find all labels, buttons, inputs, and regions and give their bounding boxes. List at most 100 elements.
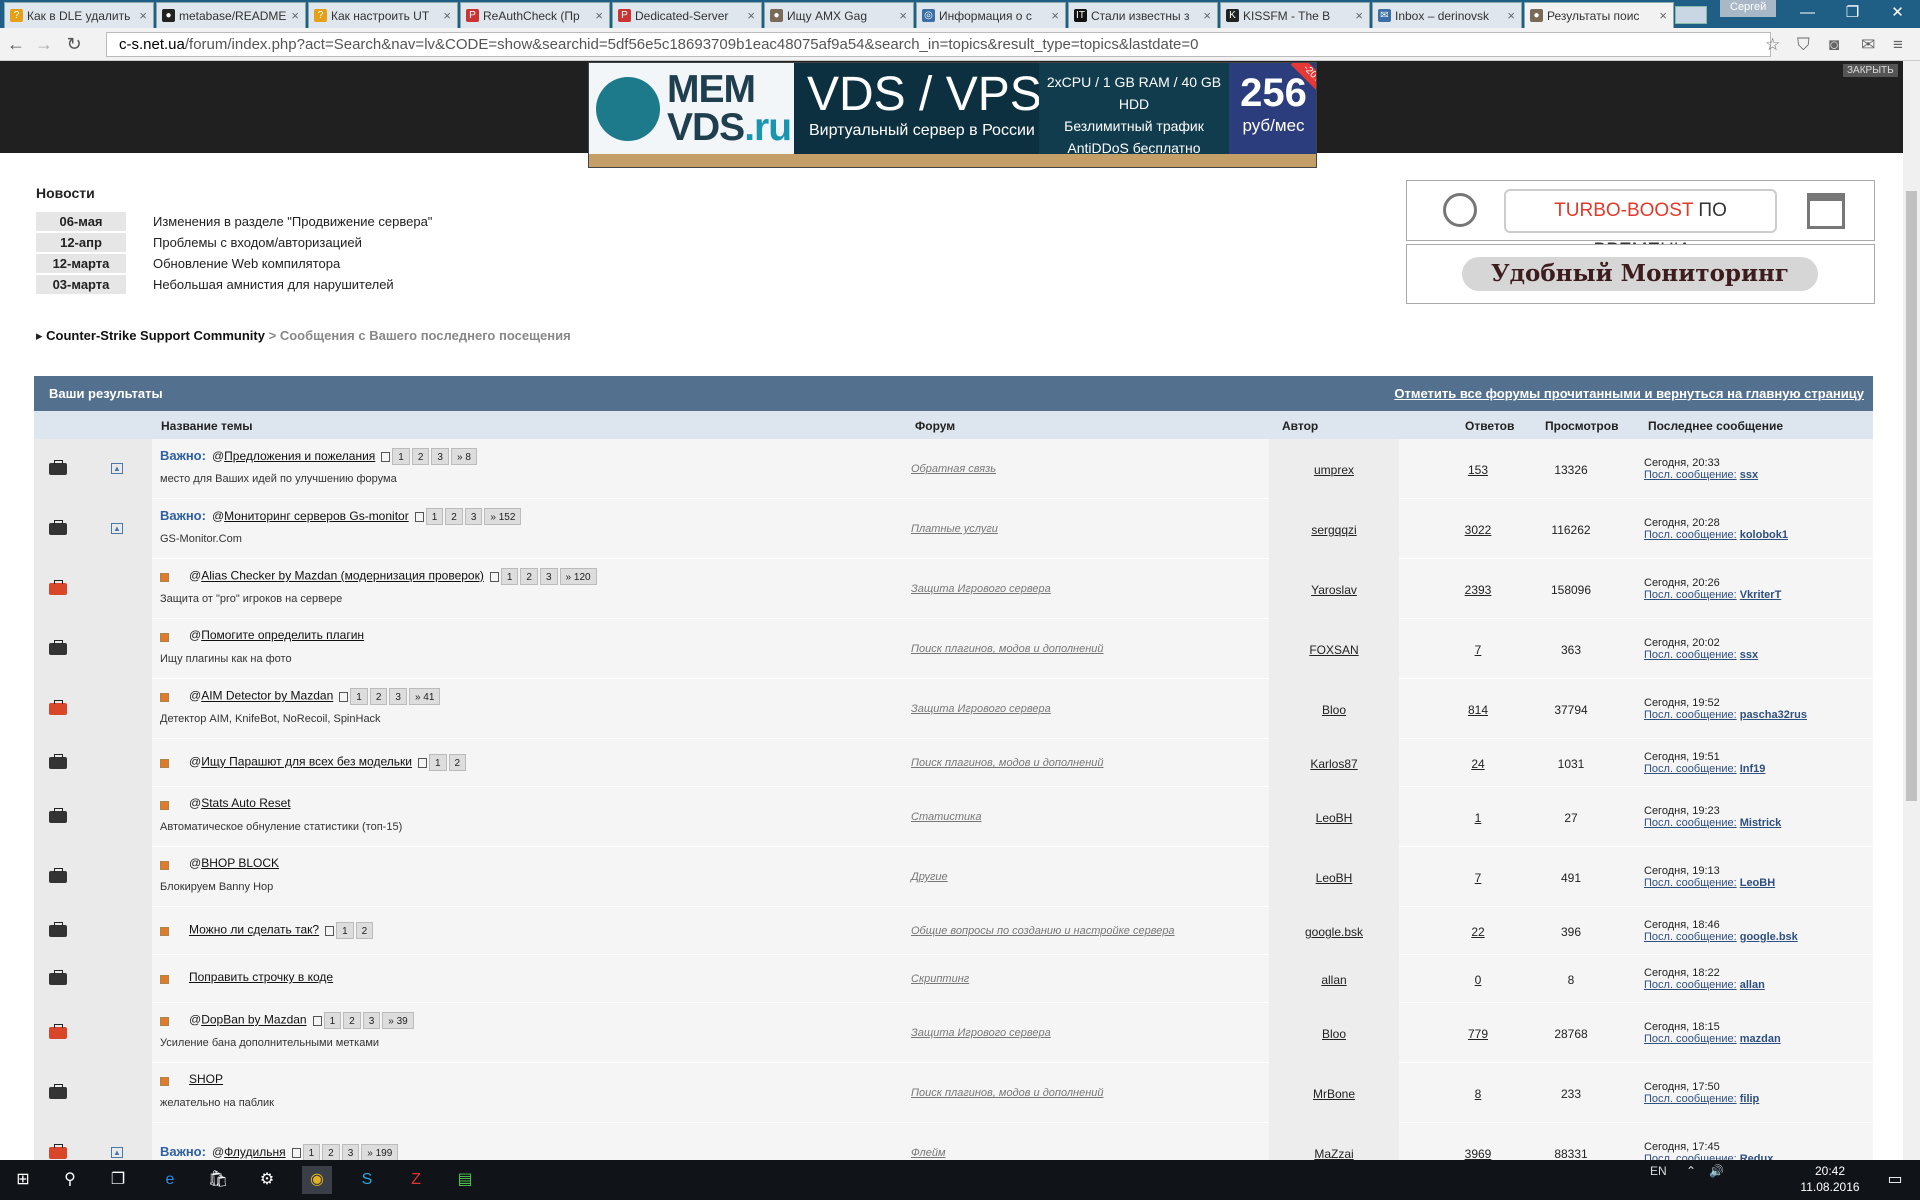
page-link[interactable]: 1	[302, 1144, 321, 1161]
page-link[interactable]: 2	[369, 688, 388, 705]
col-replies[interactable]: Ответов	[1465, 419, 1514, 433]
new-post-icon[interactable]	[160, 573, 169, 582]
close-ad-button[interactable]: ЗАКРЫТЬ	[1843, 64, 1898, 77]
page-link[interactable]: 2	[520, 568, 538, 585]
replies-count[interactable]: 3022	[1445, 523, 1511, 537]
tab-close-icon[interactable]: ×	[1355, 8, 1363, 23]
tab[interactable]: ● Ищу AMX Gag ×	[764, 2, 914, 28]
topic-link[interactable]: Stats Auto Reset	[201, 796, 290, 810]
replies-count[interactable]: 779	[1445, 1027, 1511, 1041]
replies-count[interactable]: 3969	[1445, 1147, 1511, 1161]
news-item[interactable]: 12-апр Проблемы с входом/авторизацией	[36, 233, 436, 252]
last-post-label[interactable]: Посл. сообщение:	[1644, 979, 1737, 991]
page-link[interactable]: 3	[431, 448, 449, 466]
notepad-icon[interactable]: ▤	[450, 1166, 480, 1194]
forum-link[interactable]: Защита Игрового сервера	[911, 703, 1271, 715]
page-link[interactable]: 2	[411, 448, 430, 466]
page-link[interactable]: 3	[539, 568, 558, 585]
camera-icon[interactable]: ◙	[1829, 35, 1839, 55]
language-indicator[interactable]: EN	[1650, 1164, 1667, 1178]
mark-all-read-link[interactable]: Отметить все форумы прочитанными и верну…	[1394, 386, 1864, 401]
store-icon[interactable]: 🛍	[203, 1166, 233, 1194]
search-icon[interactable]: ⚲	[55, 1166, 85, 1194]
last-post-user[interactable]: Mistrick	[1740, 817, 1782, 829]
start-icon[interactable]: ⊞	[8, 1166, 38, 1194]
breadcrumb-root[interactable]: Counter-Strike Support Community	[46, 328, 265, 343]
last-post-user[interactable]: Inf19	[1740, 763, 1766, 775]
replies-count[interactable]: 7	[1445, 643, 1511, 657]
tab-close-icon[interactable]: ×	[899, 8, 907, 23]
tab-close-icon[interactable]: ×	[595, 8, 603, 23]
tab-close-icon[interactable]: ×	[139, 8, 147, 23]
page-link[interactable]: 3	[362, 1012, 381, 1029]
network-app-icon[interactable]: ⚙	[252, 1166, 282, 1194]
new-post-icon[interactable]	[160, 693, 169, 702]
news-text[interactable]: Обновление Web компилятора	[153, 256, 340, 271]
last-post-user[interactable]: VkriterT	[1740, 589, 1782, 601]
mail-icon[interactable]: ✉	[1861, 35, 1875, 55]
topic-link[interactable]: Предложения и пожелания	[224, 449, 375, 463]
last-post-label[interactable]: Посл. сообщение:	[1644, 877, 1737, 889]
page-link[interactable]: 1	[336, 922, 354, 939]
topic-link[interactable]: Поправить строчку в коде	[189, 970, 333, 984]
forum-link[interactable]: Обратная связь	[911, 463, 1271, 475]
topic-link[interactable]: Флудильня	[224, 1145, 285, 1159]
skype-icon[interactable]: S	[352, 1166, 382, 1194]
news-item[interactable]: 06-мая Изменения в разделе "Продвижение с…	[36, 212, 436, 231]
tab[interactable]: ? Как в DLE удалить ×	[4, 2, 154, 28]
new-post-icon[interactable]	[160, 633, 169, 642]
page-link[interactable]: 1	[500, 568, 519, 585]
forward-icon[interactable]: →	[32, 33, 56, 57]
col-topic[interactable]: Название темы	[161, 419, 253, 433]
tab[interactable]: Р Dedicated-Server ×	[612, 2, 762, 28]
back-icon[interactable]: ←	[4, 33, 28, 57]
page-link[interactable]: » 41	[408, 688, 441, 705]
forum-link[interactable]: Скриптинг	[911, 973, 1271, 985]
replies-count[interactable]: 153	[1445, 463, 1511, 477]
author-link[interactable]: LeoBH	[1269, 787, 1399, 847]
page-link[interactable]: 1	[350, 688, 368, 705]
topic-link[interactable]: Ищу Парашют для всех без модельки	[201, 755, 412, 769]
topic-link[interactable]: Помогите определить плагин	[201, 628, 364, 642]
last-post-user[interactable]: ssx	[1740, 469, 1758, 481]
forum-link[interactable]: Поиск плагинов, модов и дополнений	[911, 643, 1271, 655]
page-jump-icon[interactable]	[312, 1015, 322, 1026]
news-text[interactable]: Изменения в разделе "Продвижение сервера…	[153, 214, 432, 229]
author-link[interactable]: MrBone	[1269, 1063, 1399, 1123]
author-link[interactable]: Yaroslav	[1269, 559, 1399, 619]
new-post-icon[interactable]	[160, 801, 169, 810]
new-post-icon[interactable]	[160, 975, 169, 984]
new-post-icon[interactable]	[160, 1017, 169, 1026]
tab[interactable]: IT Стали известны з ×	[1068, 2, 1218, 28]
tab-close-icon[interactable]: ×	[291, 8, 299, 23]
page-link[interactable]: » 120	[559, 568, 597, 585]
tab[interactable]: ● Результаты поис ×	[1524, 2, 1674, 29]
col-last-post[interactable]: Последнее сообщение	[1648, 419, 1783, 433]
extension-shield-icon[interactable]: ⛉	[1797, 35, 1810, 55]
col-forum[interactable]: Форум	[915, 419, 955, 433]
topic-link[interactable]: Можно ли сделать так?	[189, 923, 319, 937]
last-post-label[interactable]: Посл. сообщение:	[1644, 931, 1737, 943]
topic-link[interactable]: BHOP BLOCK	[201, 856, 279, 870]
last-post-label[interactable]: Посл. сообщение:	[1644, 1033, 1737, 1045]
author-link[interactable]: Bloo	[1269, 1003, 1399, 1063]
tab[interactable]: ● metabase/README ×	[156, 2, 306, 28]
news-text[interactable]: Небольшая амнистия для нарушителей	[153, 277, 394, 292]
new-tab-button[interactable]	[1675, 6, 1707, 24]
author-link[interactable]: Karlos87	[1269, 739, 1399, 787]
page-link[interactable]: 1	[425, 508, 444, 526]
author-link[interactable]: MaZzai	[1269, 1123, 1399, 1161]
page-link[interactable]: 1	[392, 448, 410, 466]
page-link[interactable]: » 199	[361, 1144, 399, 1161]
last-post-user[interactable]: ssx	[1740, 649, 1758, 661]
tab[interactable]: Р ReAuthCheck (Пр ×	[460, 2, 610, 28]
news-text[interactable]: Проблемы с входом/авторизацией	[153, 235, 362, 250]
page-jump-icon[interactable]	[291, 1147, 301, 1158]
page-link[interactable]: 2	[355, 922, 374, 939]
replies-count[interactable]: 22	[1445, 925, 1511, 939]
forum-link[interactable]: Защита Игрового сервера	[911, 1027, 1271, 1039]
tray-expand-icon[interactable]: ⌃	[1686, 1164, 1696, 1178]
last-post-label[interactable]: Посл. сообщение:	[1644, 709, 1737, 721]
topic-link[interactable]: Alias Checker by Mazdan (модернизация пр…	[201, 569, 484, 583]
page-link[interactable]: 2	[445, 508, 463, 526]
